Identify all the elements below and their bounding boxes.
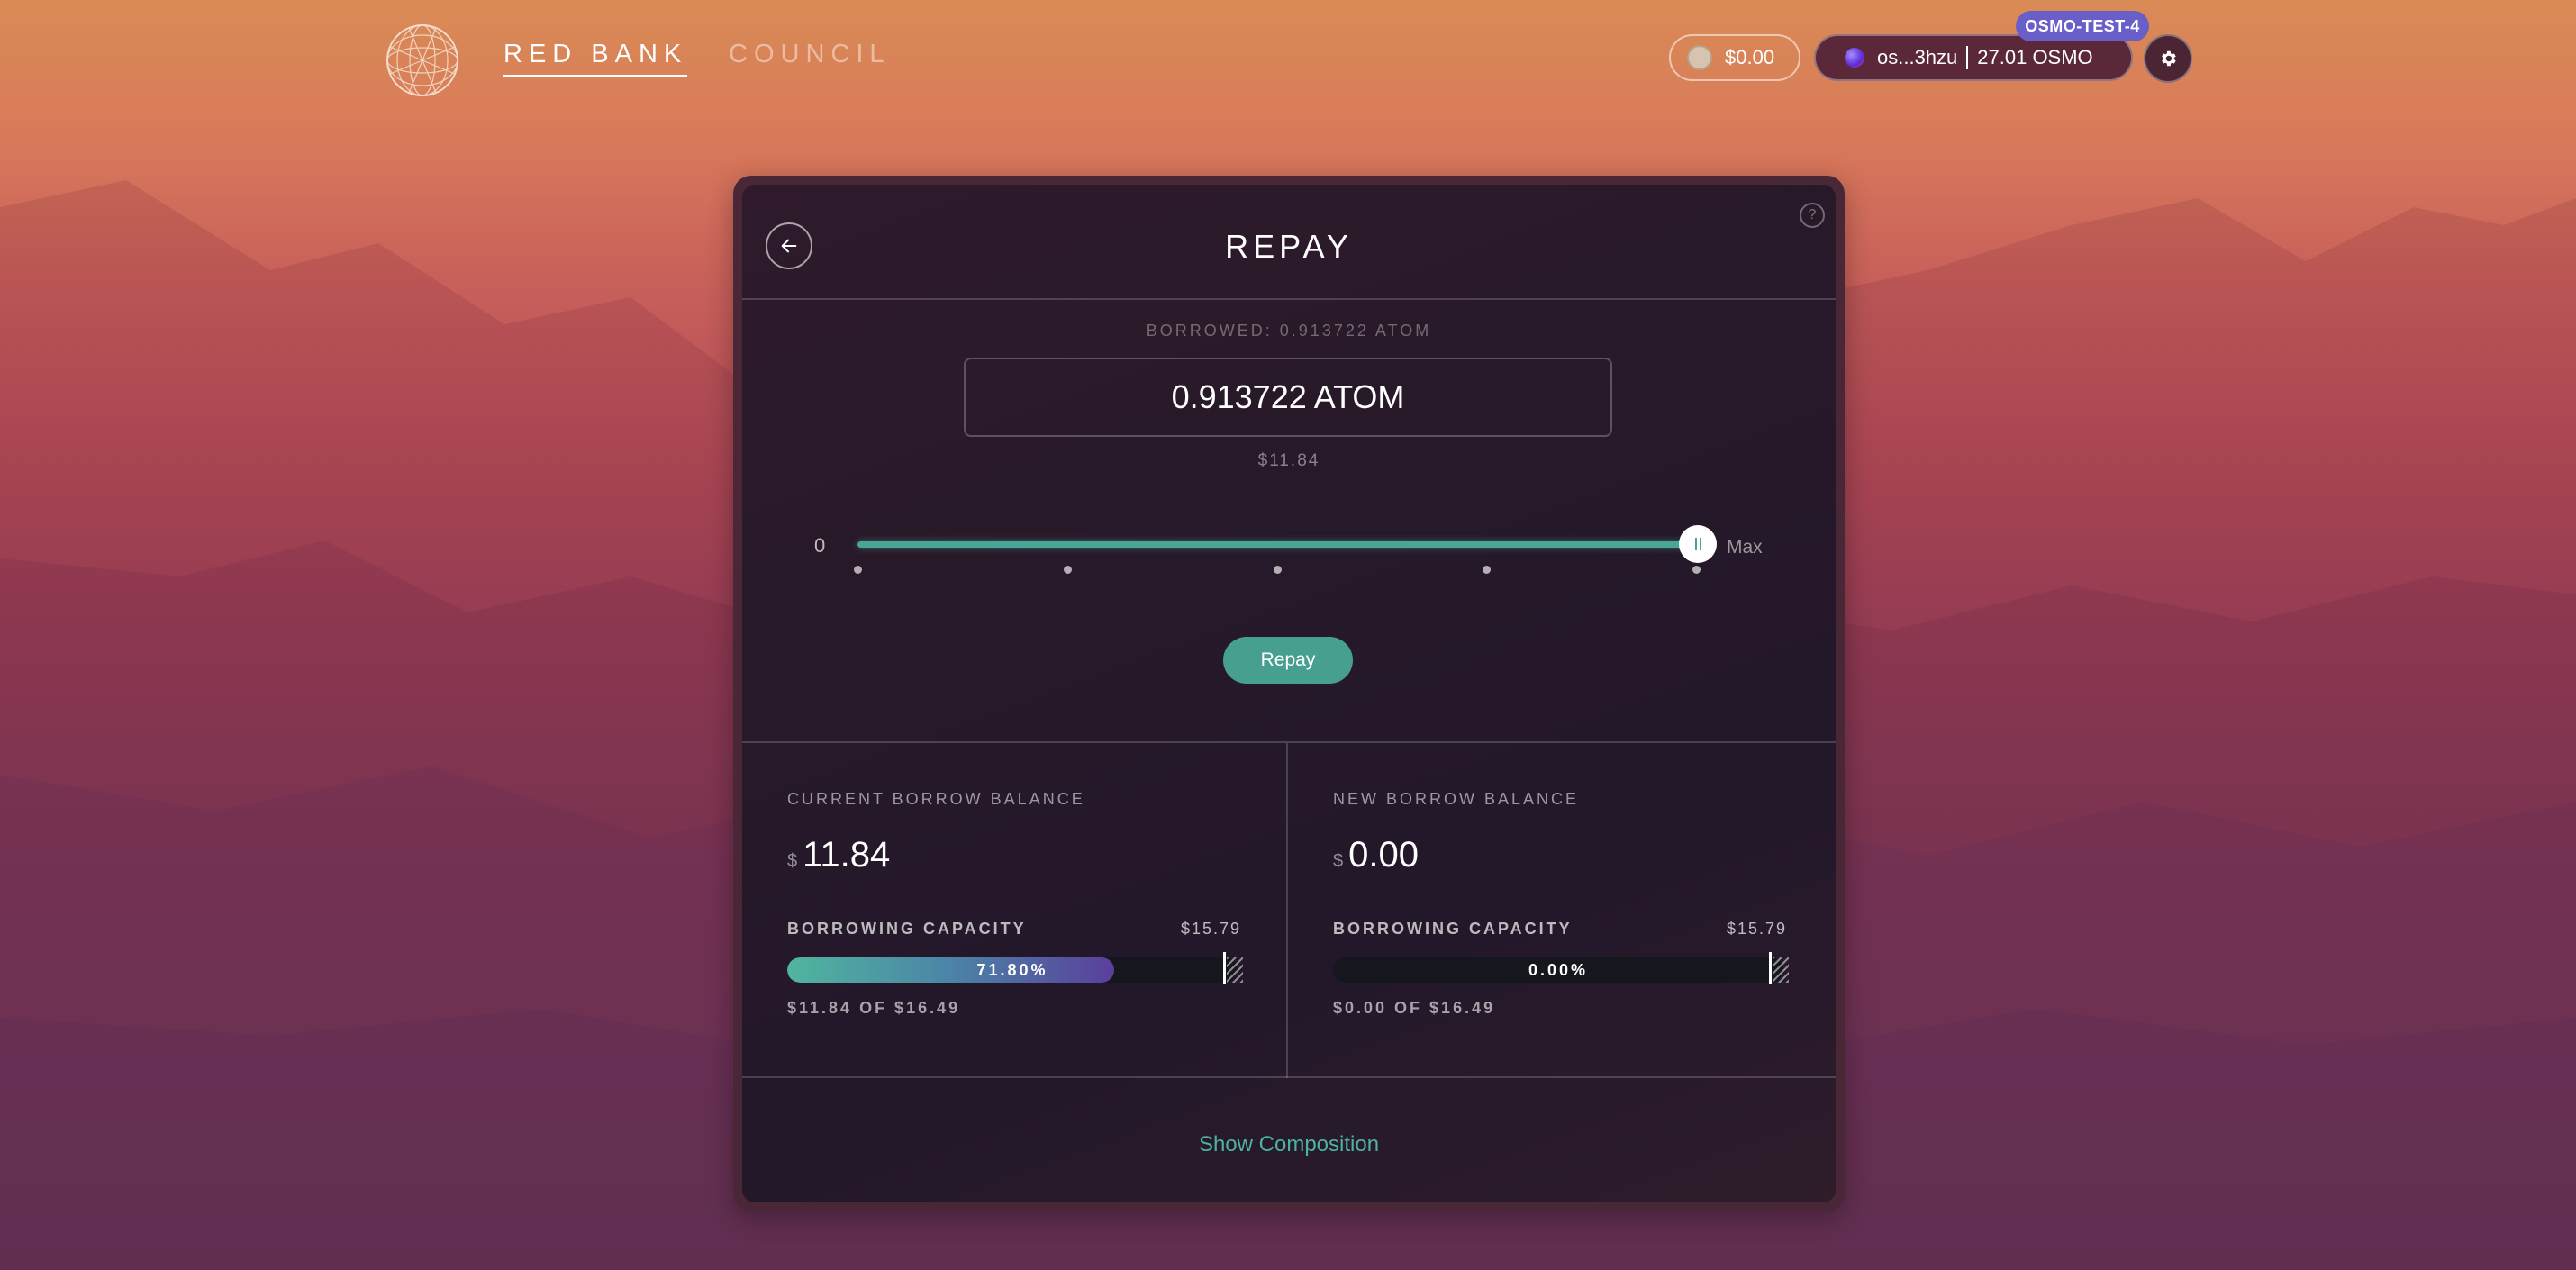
page-title: REPAY xyxy=(1225,228,1353,265)
current-borrow-label: CURRENT BORROW BALANCE xyxy=(787,790,1085,808)
capacity-bar-percent: 0.00% xyxy=(1528,961,1589,979)
slider-tick[interactable] xyxy=(1483,566,1491,574)
new-borrow-balance: $ 0.00 xyxy=(1333,835,1419,875)
help-icon[interactable]: ? xyxy=(1800,203,1825,228)
geodesic-sphere-logo[interactable] xyxy=(385,23,459,97)
dollar-sign: $ xyxy=(787,851,798,871)
coin-icon xyxy=(1687,45,1712,70)
usd-value: $11.84 xyxy=(1257,451,1320,470)
slider-tick[interactable] xyxy=(854,566,862,574)
wallet-amount: 27.01 OSMO xyxy=(1977,46,2093,68)
borrowing-capacity-value: $15.79 xyxy=(1180,920,1241,938)
header-divider xyxy=(742,298,1836,300)
repay-card-inner: ? REPAY BORROWED: 0.913722 ATOM $11.84 0… xyxy=(742,185,1836,1202)
slider-tick[interactable] xyxy=(1064,566,1072,574)
current-borrow-balance: $ 11.84 xyxy=(787,835,890,875)
network-badge: OSMO-TEST-4 xyxy=(2016,11,2149,41)
capacity-bar: 0.00% xyxy=(1333,957,1783,983)
top-header: RED BANK COUNCIL $0.00 os...3hzu 27.01 O… xyxy=(0,0,2576,117)
capacity-limit-marker xyxy=(1769,952,1772,984)
settings-button[interactable] xyxy=(2144,34,2192,83)
current-borrow-panel: CURRENT BORROW BALANCE $ 11.84 BORROWING… xyxy=(742,743,1286,1078)
capacity-limit-marker xyxy=(1223,952,1226,984)
footer-divider xyxy=(742,1076,1836,1078)
osmo-token-icon xyxy=(1845,48,1864,68)
slider-max-label[interactable]: Max xyxy=(1727,537,1763,558)
slider-min-label: 0 xyxy=(814,534,826,557)
nav-red-bank[interactable]: RED BANK xyxy=(503,40,688,77)
liquidation-hatch xyxy=(1773,957,1789,983)
balance-pill[interactable]: $0.00 xyxy=(1669,34,1800,81)
new-borrow-value: 0.00 xyxy=(1348,835,1419,875)
nav-council[interactable]: COUNCIL xyxy=(729,40,891,69)
borrowing-capacity-label: BORROWING CAPACITY xyxy=(1333,920,1573,938)
gear-icon xyxy=(2162,50,2176,67)
repay-button[interactable]: Repay xyxy=(1223,637,1353,684)
borrowing-capacity-label: BORROWING CAPACITY xyxy=(787,920,1027,938)
repay-amount-input[interactable] xyxy=(964,358,1612,437)
slider-tick[interactable] xyxy=(1692,566,1701,574)
liquidation-hatch xyxy=(1227,957,1243,983)
repay-card: ? REPAY BORROWED: 0.913722 ATOM $11.84 0… xyxy=(733,176,1845,1211)
capacity-summary: $0.00 OF $16.49 xyxy=(1333,999,1496,1017)
dollar-sign: $ xyxy=(1333,851,1344,871)
slider-handle[interactable] xyxy=(1679,525,1717,563)
wallet-separator xyxy=(1966,46,1969,69)
borrowing-capacity-value: $15.79 xyxy=(1726,920,1787,938)
new-borrow-panel: NEW BORROW BALANCE $ 0.00 BORROWING CAPA… xyxy=(1288,743,1832,1078)
current-borrow-value: 11.84 xyxy=(803,835,891,875)
new-borrow-label: NEW BORROW BALANCE xyxy=(1333,790,1580,808)
balance-value: $0.00 xyxy=(1725,46,1775,68)
wallet-address: os...3hzu xyxy=(1877,46,1958,68)
borrowed-label: BORROWED: 0.913722 ATOM xyxy=(1146,322,1432,340)
capacity-bar-percent: 71.80% xyxy=(976,961,1048,979)
slider-tick[interactable] xyxy=(1274,566,1282,574)
capacity-summary: $11.84 OF $16.49 xyxy=(787,999,961,1017)
show-composition-link[interactable]: Show Composition xyxy=(742,1132,1836,1157)
slider-track[interactable] xyxy=(857,541,1692,548)
capacity-bar: 71.80% xyxy=(787,957,1238,983)
